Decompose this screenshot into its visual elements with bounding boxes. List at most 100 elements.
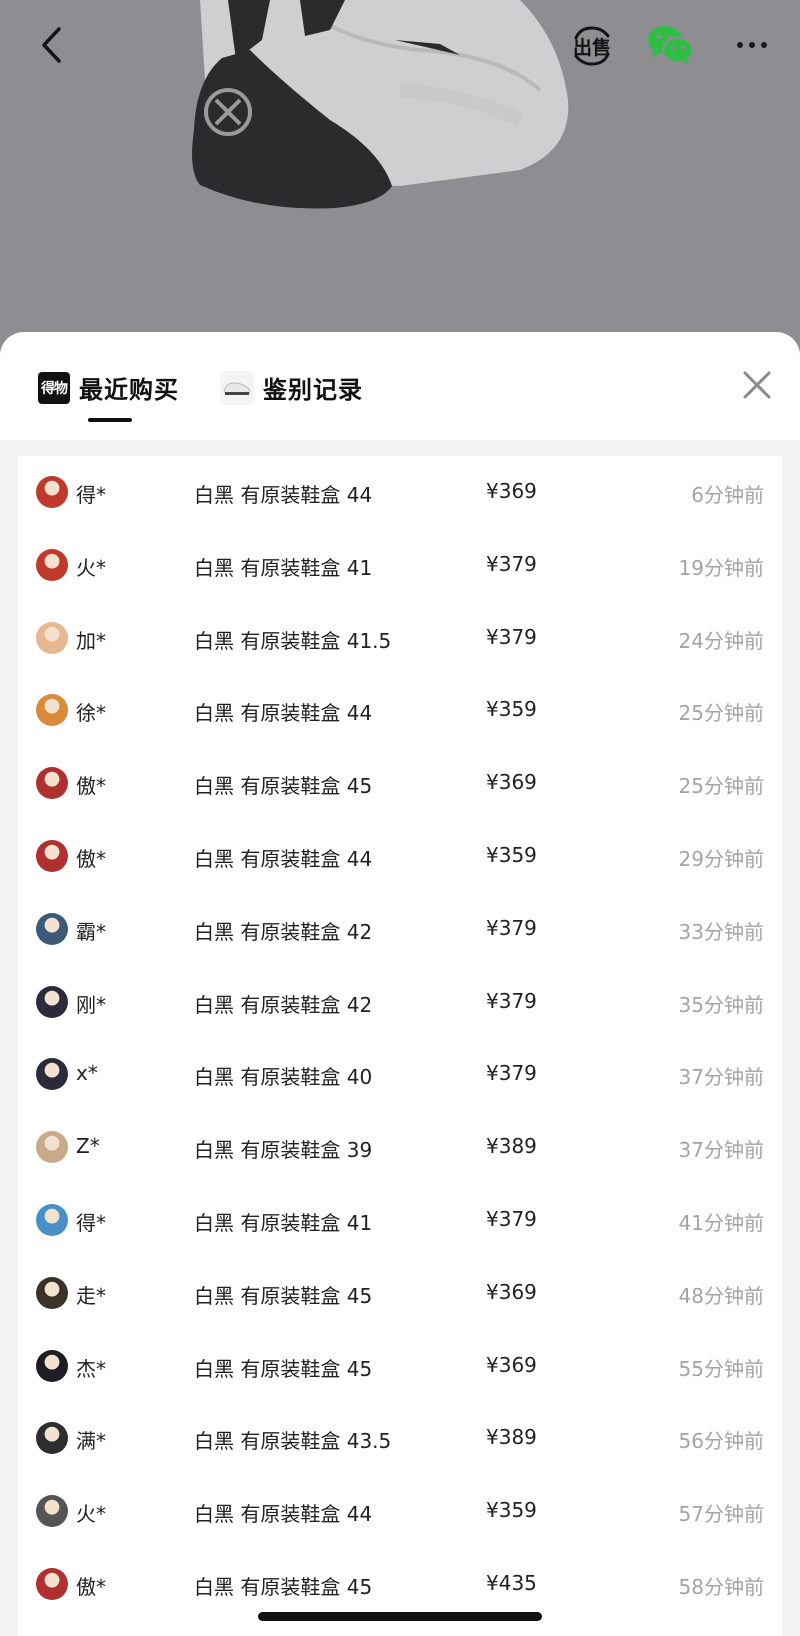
price: ¥379 [486, 551, 537, 576]
product-sku: 白黑 有原装鞋盒 42 [194, 919, 373, 944]
product-sku: 白黑 有原装鞋盒 41.5 [194, 628, 392, 653]
product-sku: 白黑 有原装鞋盒 45 [194, 774, 373, 799]
close-icon [743, 371, 771, 399]
purchase-row: 傲* 白黑 有原装鞋盒 45 ¥435 58分钟前 [18, 1548, 782, 1621]
product-sku: 白黑 有原装鞋盒 44 [194, 846, 373, 871]
more-dot [737, 42, 743, 48]
buyer-name: 火* [76, 555, 106, 580]
product-sku: 白黑 有原装鞋盒 40 [194, 1065, 373, 1090]
product-sku: 白黑 有原装鞋盒 39 [194, 1138, 373, 1163]
chevron-left-icon [42, 27, 61, 63]
price: ¥379 [486, 915, 537, 940]
purchase-time: 24分钟前 [678, 628, 764, 653]
sell-button[interactable]: 出售 [568, 22, 616, 70]
avatar [36, 548, 68, 581]
buyer-name: 徐* [76, 701, 106, 726]
more-dot [761, 42, 767, 48]
wechat-share-button[interactable] [646, 22, 696, 68]
buyer-name: 傲* [76, 1574, 106, 1599]
purchase-list: 得* 白黑 有原装鞋盒 44 ¥369 6分钟前火* 白黑 有原装鞋盒 41 ¥379 19… [18, 456, 782, 1636]
top-nav-bar: 出售 [0, 0, 800, 90]
tab-authentication-records[interactable]: 鉴别记录 [220, 370, 363, 405]
avatar [36, 839, 68, 872]
purchase-row: 徐* 白黑 有原装鞋盒 44 ¥359 25分钟前 [18, 674, 782, 747]
purchase-row: 走* 白黑 有原装鞋盒 45 ¥369 48分钟前 [18, 1257, 782, 1330]
purchase-time: 58分钟前 [678, 1574, 764, 1599]
avatar [36, 476, 68, 508]
price: ¥369 [486, 770, 537, 795]
avatar [36, 767, 68, 800]
purchase-row: 傲* 白黑 有原装鞋盒 45 ¥369 25分钟前 [18, 747, 782, 820]
buyer-name: 走* [76, 1283, 106, 1308]
buyer-name: 满* [76, 1429, 106, 1454]
buyer-name: 火* [76, 1502, 106, 1527]
product-image: 出售 [0, 0, 800, 360]
back-button[interactable] [30, 20, 74, 70]
shoe-thumbnail-icon [220, 370, 254, 405]
purchase-row: 火* 白黑 有原装鞋盒 44 ¥359 57分钟前 [18, 1475, 782, 1548]
purchase-time: 25分钟前 [678, 774, 764, 799]
purchase-row: 傲* 白黑 有原装鞋盒 44 ¥359 29分钟前 [18, 820, 782, 893]
purchase-time: 33分钟前 [678, 919, 764, 944]
avatar [36, 912, 68, 945]
tab-label: 最近购买 [79, 376, 179, 404]
product-sku: 白黑 有原装鞋盒 45 [194, 1356, 373, 1381]
price: ¥389 [486, 1425, 537, 1450]
avatar [36, 1349, 68, 1382]
price: ¥359 [486, 697, 537, 722]
product-sku: 白黑 有原装鞋盒 44 [194, 483, 373, 507]
product-sku: 白黑 有原装鞋盒 41 [194, 555, 373, 580]
purchase-time: 29分钟前 [678, 846, 764, 871]
avatar [36, 1203, 68, 1236]
purchase-time: 6分钟前 [691, 483, 764, 507]
product-sku: 白黑 有原装鞋盒 43.5 [194, 1429, 392, 1454]
product-sku: 白黑 有原装鞋盒 41 [194, 1210, 373, 1235]
purchase-row: 刚* 白黑 有原装鞋盒 42 ¥379 35分钟前 [18, 966, 782, 1039]
sheet-header: 得物 最近购买 鉴别记录 [0, 332, 800, 440]
wechat-icon [648, 26, 694, 65]
purchase-time: 37分钟前 [678, 1065, 764, 1090]
tab-label: 鉴别记录 [263, 376, 363, 404]
price: ¥369 [486, 1352, 537, 1377]
buyer-name: x* [76, 1061, 98, 1086]
more-button[interactable] [730, 25, 774, 65]
purchase-time: 35分钟前 [678, 992, 764, 1017]
buyer-name: 傲* [76, 774, 106, 799]
avatar [36, 1422, 68, 1455]
product-sku: 白黑 有原装鞋盒 42 [194, 992, 373, 1017]
purchase-time: 48分钟前 [678, 1283, 764, 1308]
price: ¥389 [486, 1134, 537, 1159]
buyer-name: 杰* [76, 1356, 106, 1381]
price: ¥359 [486, 842, 537, 867]
avatar [36, 1131, 68, 1164]
buyer-name: 傲* [76, 846, 106, 871]
price: ¥435 [486, 1570, 537, 1595]
product-sku: 白黑 有原装鞋盒 45 [194, 1283, 373, 1308]
close-button[interactable] [740, 368, 774, 402]
purchase-row: 火* 白黑 有原装鞋盒 41 ¥379 19分钟前 [18, 529, 782, 602]
buyer-name: 霸* [76, 919, 106, 944]
purchase-time: 56分钟前 [678, 1429, 764, 1454]
purchase-row: 霸* 白黑 有原装鞋盒 42 ¥379 33分钟前 [18, 893, 782, 966]
buyer-name: Z* [76, 1134, 100, 1159]
sell-label: 出售 [572, 36, 611, 59]
purchase-row: 得* 白黑 有原装鞋盒 41 ¥379 41分钟前 [18, 1184, 782, 1257]
tab-recent-purchases[interactable]: 得物 最近购买 [38, 370, 179, 405]
active-tab-indicator [88, 418, 132, 422]
avatar [36, 1058, 68, 1091]
buyer-name: 刚* [76, 992, 106, 1017]
purchase-time: 19分钟前 [678, 555, 764, 580]
price: ¥359 [486, 1498, 537, 1523]
price: ¥379 [486, 1061, 537, 1086]
buyer-name: 得* [76, 483, 106, 507]
avatar [36, 1567, 68, 1600]
buyer-name: 加* [76, 628, 106, 653]
purchase-row: x* 白黑 有原装鞋盒 40 ¥379 37分钟前 [18, 1038, 782, 1111]
purchase-row: 杰* 白黑 有原装鞋盒 45 ¥369 55分钟前 [18, 1330, 782, 1403]
purchase-time: 55分钟前 [678, 1356, 764, 1381]
home-indicator [258, 1612, 542, 1621]
recent-purchases-sheet: 得物 最近购买 鉴别记录 得* 白黑 有原装鞋盒 44 ¥369 6分钟前 火* 白黑 有… [0, 332, 800, 1636]
price: ¥369 [486, 1279, 537, 1304]
price: ¥379 [486, 988, 537, 1013]
avatar [36, 1276, 68, 1309]
